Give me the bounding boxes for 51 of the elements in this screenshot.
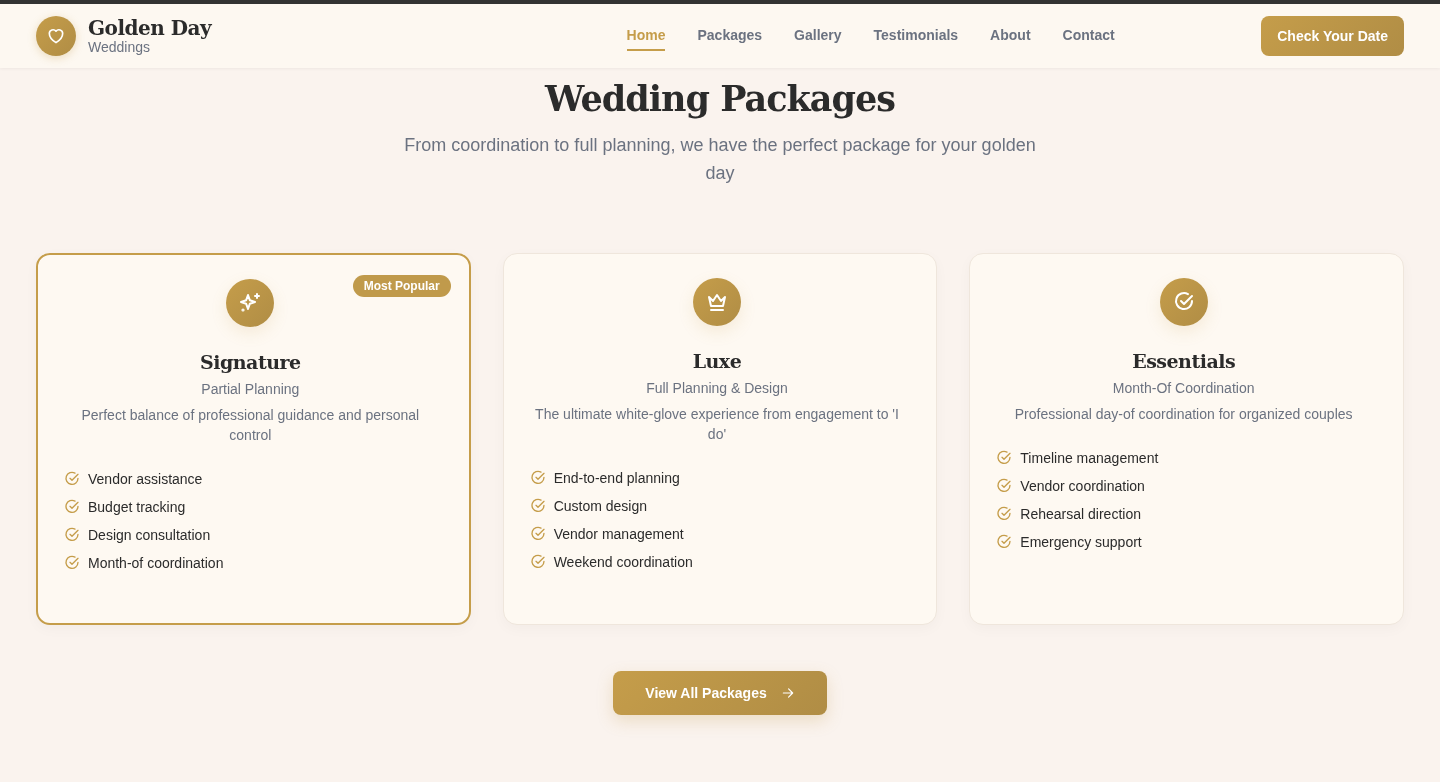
check-circle-icon xyxy=(64,527,80,543)
feature-text: Weekend coordination xyxy=(553,553,693,572)
arrow-right-icon xyxy=(780,686,795,700)
feature-text: Design consultation xyxy=(88,526,211,545)
check-circle-icon xyxy=(64,499,80,515)
nav-link[interactable]: Contact xyxy=(1062,21,1115,51)
nav-link[interactable]: Home xyxy=(626,21,666,51)
check-circle-icon xyxy=(996,506,1013,522)
package-subtitle: Month-Of Coordination xyxy=(1112,380,1255,396)
check-circle-icon xyxy=(64,555,80,571)
check-circle-icon xyxy=(64,471,80,487)
check-circle-icon xyxy=(1159,278,1208,326)
package-description: The ultimate white-glove experience from engagement to 'I do' xyxy=(534,405,900,444)
check-circle-icon xyxy=(996,478,1013,494)
brand-name: Golden Day xyxy=(88,17,212,39)
crown-icon xyxy=(693,278,741,326)
feature-text: Rehearsal direction xyxy=(1020,505,1141,524)
feature-text: Vendor management xyxy=(553,525,684,544)
feature-text: Month-of coordination xyxy=(88,554,224,573)
section-title: Wedding Packages xyxy=(545,78,895,119)
package-subtitle: Partial Planning xyxy=(201,381,300,397)
check-circle-icon xyxy=(529,498,546,514)
section-subtitle: From coordination to full planning, we have the perfect package for your golden day xyxy=(403,134,1037,185)
check-circle-icon xyxy=(996,450,1013,466)
feature-text: Custom design xyxy=(553,497,648,516)
check-circle-icon xyxy=(529,554,546,570)
brand-tagline: Weddings xyxy=(88,39,151,55)
heart-logo-icon xyxy=(36,16,76,56)
nav-link[interactable]: Testimonials xyxy=(873,21,959,51)
feature-text: Emergency support xyxy=(1020,533,1142,552)
feature-text: Timeline management xyxy=(1020,449,1159,468)
package-description: Professional day-of coordination for organized couples xyxy=(1014,405,1353,424)
feature-text: Budget tracking xyxy=(88,498,186,517)
check-circle-icon xyxy=(529,470,546,486)
view-all-button[interactable]: View All Packages xyxy=(613,671,827,715)
feature-text: End-to-end planning xyxy=(553,469,680,488)
package-name: Signature xyxy=(200,351,301,373)
package-name: Essentials xyxy=(1132,350,1236,372)
nav-link[interactable]: Gallery xyxy=(794,21,842,51)
check-circle-icon xyxy=(529,526,546,542)
sparkle-icon xyxy=(226,279,275,327)
package-name: Luxe xyxy=(692,350,742,372)
package-subtitle: Full Planning & Design xyxy=(646,380,788,396)
package-description: Perfect balance of professional guidance and personal control xyxy=(80,406,421,445)
nav-link[interactable]: About xyxy=(990,21,1031,51)
popular-badge: Most Popular xyxy=(352,275,451,297)
nav-link[interactable]: Packages xyxy=(697,21,763,51)
check-circle-icon xyxy=(996,534,1013,550)
feature-text: Vendor assistance xyxy=(88,470,203,489)
check-date-button[interactable]: Check Your Date xyxy=(1261,16,1404,56)
feature-text: Vendor coordination xyxy=(1020,477,1145,496)
